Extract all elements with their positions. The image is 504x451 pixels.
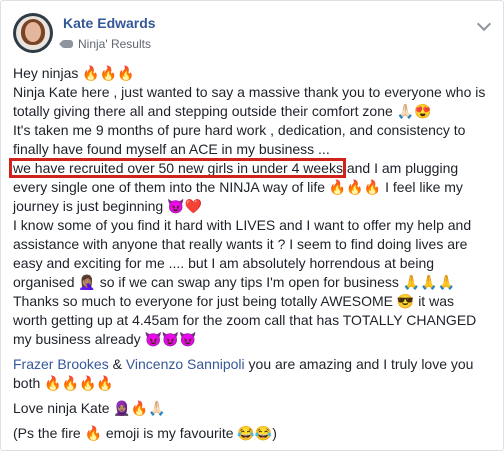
post-body: Hey ninjas 🔥🔥🔥 Ninja Kate here , just wa… <box>9 64 497 443</box>
post-line: easy and exciting for me .... but I am a… <box>13 255 435 271</box>
red-highlight-box <box>9 158 346 178</box>
highlighted-line: we have recruited over 50 new girls in u… <box>9 158 497 178</box>
post-card: Kate Edwards Ninja' Results Hey ninjas 🔥… <box>0 0 504 451</box>
avatar[interactable] <box>13 13 53 53</box>
post-line: organised 🤦🏽‍♀️ so if we can swap any ti… <box>13 274 456 290</box>
post-line: both 🔥🔥🔥🔥 <box>13 375 114 391</box>
group-link[interactable]: Ninja' Results <box>59 37 151 51</box>
post-line: finally have found myself an ACE in my b… <box>13 141 330 157</box>
chevron-down-icon[interactable] <box>476 16 492 32</box>
tag-icon <box>59 40 73 48</box>
post-line: Hey ninjas 🔥🔥🔥 <box>13 65 135 81</box>
post-line: assistance with anyone that really wants… <box>13 236 468 252</box>
ps-line: (Ps the fire 🔥 emoji is my favourite 😂😂) <box>13 425 277 441</box>
group-name: Ninja' Results <box>78 37 151 51</box>
post-line: Ninja Kate here , just wanted to say a m… <box>13 84 486 100</box>
post-line: my business already 😈😈😈 <box>13 331 197 347</box>
mention-vincenzo-sannipoli[interactable]: Vincenzo Sannipoli <box>126 356 245 372</box>
mention-frazer-brookes[interactable]: Frazer Brookes <box>13 356 109 372</box>
post-line: every single one of them into the NINJA … <box>13 179 463 195</box>
author-name[interactable]: Kate Edwards <box>63 15 156 31</box>
post-line: journey is just beginning 😈❤️ <box>13 198 202 214</box>
post-line: totally giving there all and stepping ou… <box>13 103 432 119</box>
post-line: I know some of you find it hard with LIV… <box>13 217 472 233</box>
signoff-line: Love ninja Kate 🧕🏽🔥🙏🏻 <box>13 400 166 416</box>
mention-line: Frazer Brookes & Vincenzo Sannipoli you … <box>13 356 474 372</box>
post-line: It's taken me 9 months of pure hard work… <box>13 122 466 138</box>
post-line: Thanks so much to everyone for just bein… <box>13 293 454 309</box>
post-line: worth getting up at 4.45am for the zoom … <box>13 312 477 328</box>
highlighted-text: we have recruited over 50 new girls in u… <box>9 158 346 178</box>
